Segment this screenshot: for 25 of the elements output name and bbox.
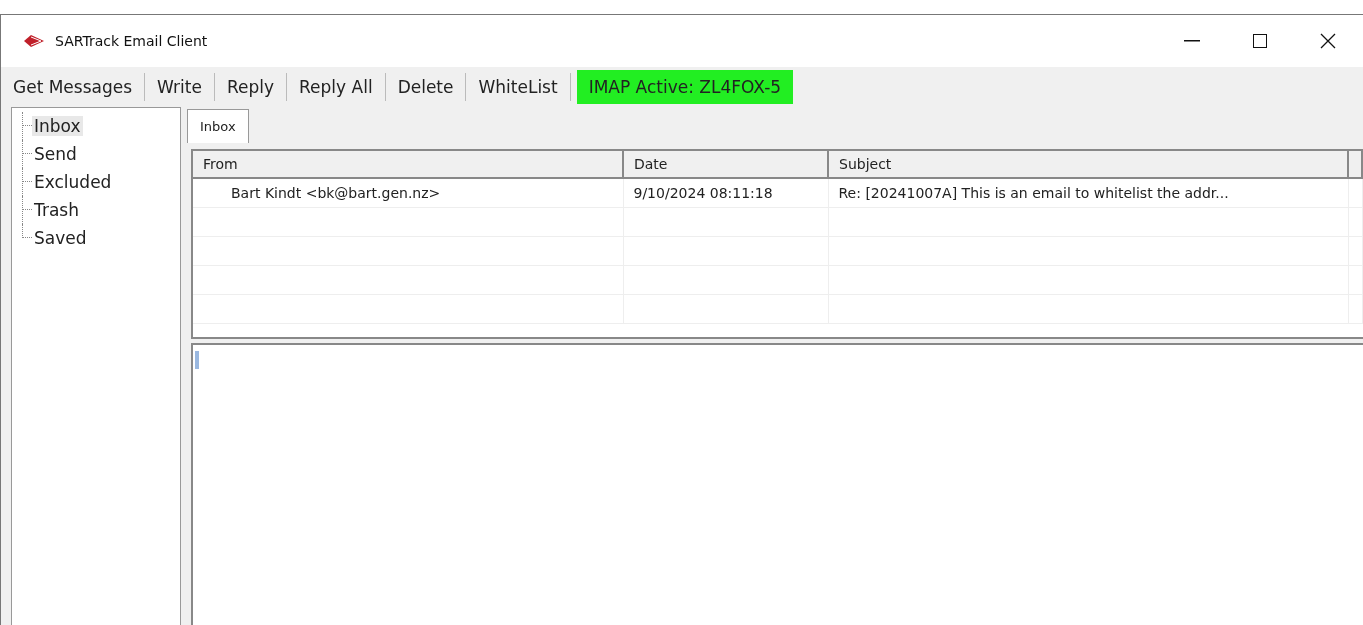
window-title: SARTrack Email Client bbox=[55, 33, 209, 49]
column-header[interactable]: Subject bbox=[828, 151, 1348, 178]
toolbar-button[interactable]: Reply bbox=[214, 73, 288, 101]
folder-item[interactable]: Excluded bbox=[32, 172, 114, 192]
table-cell: 9/10/2024 08:11:18 bbox=[623, 178, 828, 208]
tab[interactable]: Inbox bbox=[187, 109, 249, 143]
folder-item[interactable]: Inbox bbox=[32, 116, 83, 136]
maximize-icon bbox=[1253, 34, 1267, 48]
minimize-icon bbox=[1184, 40, 1200, 42]
toolbar-button[interactable]: Get Messages bbox=[1, 73, 146, 101]
folder-item[interactable]: Saved bbox=[32, 228, 89, 248]
toolbar-button[interactable]: Reply All bbox=[287, 73, 386, 101]
folder-item[interactable]: Send bbox=[32, 144, 79, 164]
text-cursor bbox=[195, 351, 199, 369]
app-logo-icon bbox=[23, 34, 45, 48]
toolbar-button[interactable]: Write bbox=[145, 73, 215, 101]
column-header[interactable]: From bbox=[193, 151, 623, 178]
toolbar-button[interactable]: Delete bbox=[385, 73, 467, 101]
column-header[interactable]: Date bbox=[623, 151, 828, 178]
status-indicator: IMAP Active: ZL4FOX-5 bbox=[576, 70, 794, 104]
folder-item[interactable]: Trash bbox=[32, 200, 81, 220]
toolbar-button[interactable]: WhiteList bbox=[466, 73, 571, 101]
close-icon bbox=[1320, 33, 1336, 49]
table-cell: Bart Kindt <bk@bart.gen.nz> bbox=[193, 178, 623, 208]
table-cell: Re: [20241007A] This is an email to whitelist the addr... bbox=[828, 178, 1348, 208]
